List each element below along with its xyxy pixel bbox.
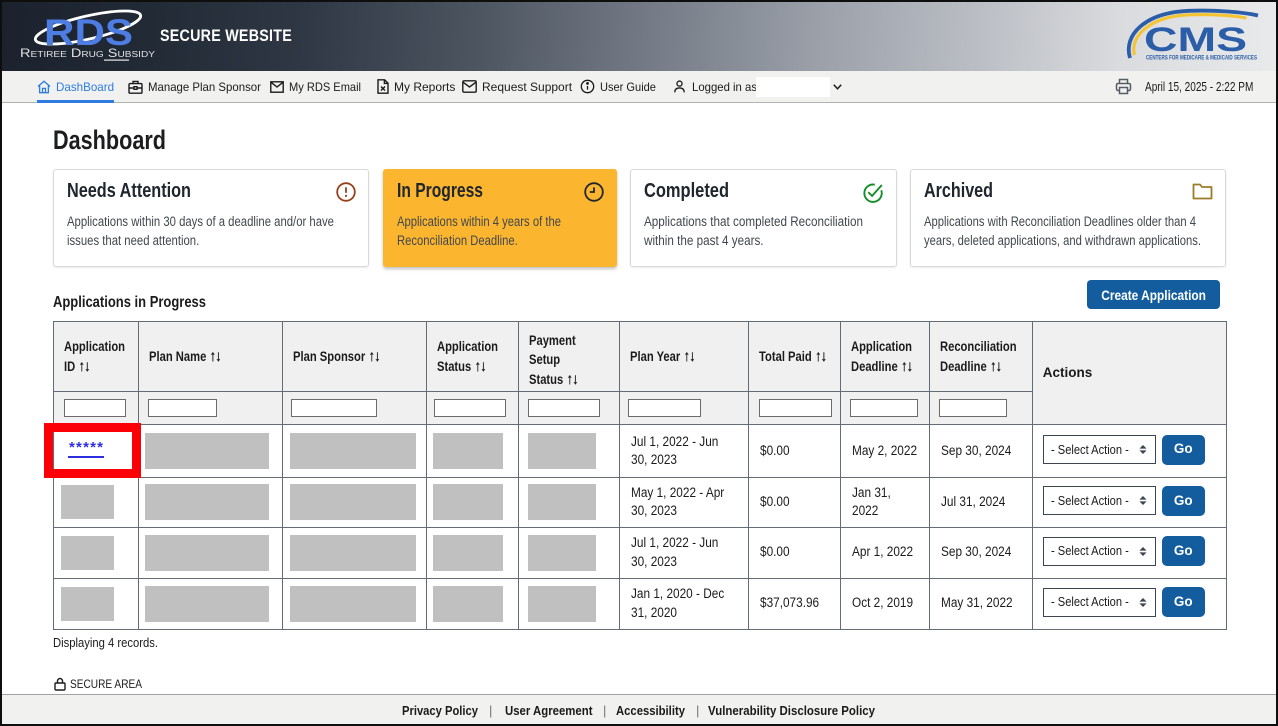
svg-text:CMS: CMS	[1144, 21, 1247, 59]
svg-text:CENTERS FOR MEDICARE & MEDICAI: CENTERS FOR MEDICARE & MEDICAID SERVICES	[1146, 55, 1257, 62]
svg-text:RDS: RDS	[44, 12, 133, 53]
svg-text:Retiree Drug Subsidy: Retiree Drug Subsidy	[20, 48, 156, 60]
